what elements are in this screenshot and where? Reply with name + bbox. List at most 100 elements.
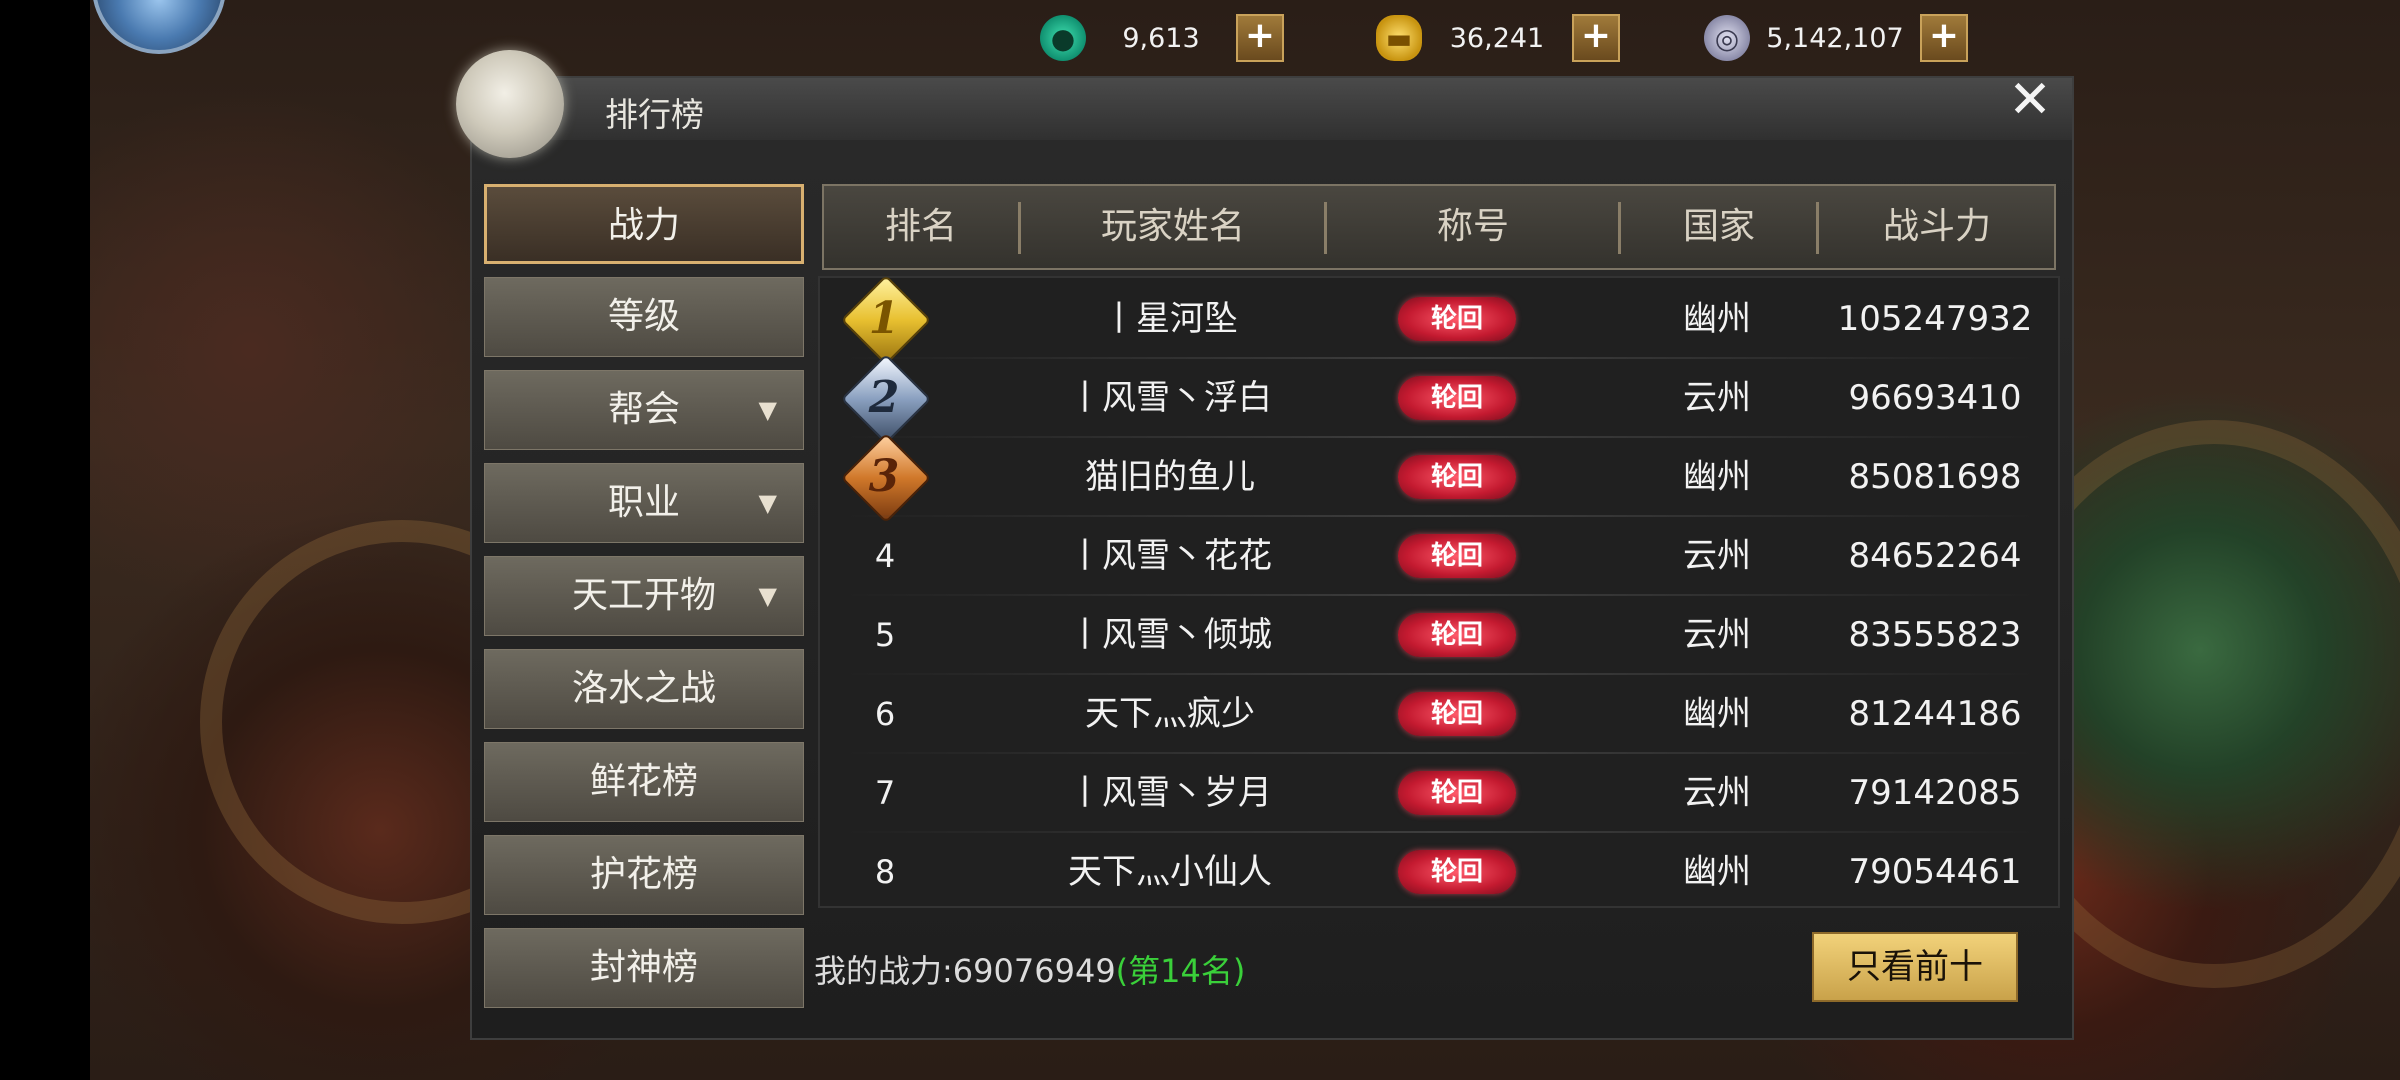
title-badge: 轮回 bbox=[1398, 850, 1516, 894]
country: 幽州 bbox=[1683, 299, 1751, 339]
my-power-value: 69076949 bbox=[952, 952, 1116, 990]
country: 幽州 bbox=[1683, 852, 1751, 892]
silver-coin-icon: ◎ bbox=[1704, 15, 1750, 61]
add-silver-button[interactable]: + bbox=[1920, 14, 1968, 62]
header-divider bbox=[1324, 202, 1327, 254]
title-badge: 轮回 bbox=[1398, 297, 1516, 341]
add-gold-button[interactable]: + bbox=[1572, 14, 1620, 62]
country: 云州 bbox=[1683, 378, 1751, 418]
header-title: 称号 bbox=[1436, 206, 1509, 247]
rank-number: 8 bbox=[874, 853, 896, 891]
country: 幽州 bbox=[1683, 457, 1751, 497]
rank-number: 4 bbox=[874, 537, 896, 575]
tab-label: 鲜花榜 bbox=[589, 761, 698, 802]
currency-silver: ◎ 5,142,107 + bbox=[1704, 8, 1968, 68]
country: 幽州 bbox=[1683, 694, 1751, 734]
header-divider bbox=[1618, 202, 1621, 254]
player-name: 天下灬小仙人 bbox=[1068, 852, 1272, 892]
table-row[interactable]: 5 丨风雪丶倾城 轮回 云州 83555823 bbox=[830, 596, 2050, 674]
combat-power: 85081698 bbox=[1848, 457, 2022, 497]
rank-number: 5 bbox=[874, 616, 896, 654]
panel-header bbox=[472, 78, 2072, 140]
tab-luoshui-battle[interactable]: 洛水之战 bbox=[484, 649, 804, 729]
dropdown-arrow-icon: ▼ bbox=[758, 489, 777, 517]
player-name: 猫旧的鱼儿 bbox=[1085, 457, 1255, 497]
close-button[interactable]: ✕ bbox=[2004, 74, 2056, 126]
jade-icon: ● bbox=[1040, 15, 1086, 61]
player-name: 丨风雪丶岁月 bbox=[1068, 773, 1272, 813]
country: 云州 bbox=[1683, 773, 1751, 813]
table-row[interactable]: 8 天下灬小仙人 轮回 幽州 79054461 bbox=[830, 833, 2050, 911]
rank-number: 1 bbox=[868, 293, 900, 344]
tab-protector-ranking[interactable]: 护花榜 bbox=[484, 835, 804, 915]
country: 云州 bbox=[1683, 536, 1751, 576]
rank-number: 2 bbox=[868, 372, 900, 423]
moon-emblem-icon bbox=[456, 50, 564, 158]
combat-power: 81244186 bbox=[1848, 694, 2022, 734]
dropdown-arrow-icon: ▼ bbox=[758, 582, 777, 610]
table-row[interactable]: 7 丨风雪丶岁月 轮回 云州 79142085 bbox=[830, 754, 2050, 832]
combat-power: 83555823 bbox=[1848, 615, 2022, 655]
tab-label: 天工开物 bbox=[571, 575, 716, 616]
tab-label: 职业 bbox=[607, 482, 680, 523]
title-badge: 轮回 bbox=[1398, 455, 1516, 499]
tab-profession[interactable]: 职业 ▼ bbox=[484, 463, 804, 543]
gold-value: 36,241 bbox=[1449, 22, 1545, 54]
screen-edge bbox=[0, 0, 90, 1080]
header-divider bbox=[1816, 202, 1819, 254]
rank-number: 7 bbox=[874, 774, 896, 812]
jade-value: 9,613 bbox=[1122, 22, 1200, 54]
dropdown-arrow-icon: ▼ bbox=[758, 396, 777, 424]
table-header: 排名 玩家姓名 称号 国家 战斗力 bbox=[822, 184, 2056, 270]
tab-label: 战力 bbox=[607, 205, 680, 246]
combat-power: 96693410 bbox=[1848, 378, 2022, 418]
combat-power: 84652264 bbox=[1848, 536, 2022, 576]
show-top-ten-button[interactable]: 只看前十 bbox=[1812, 932, 2018, 1002]
player-name: 丨风雪丶倾城 bbox=[1068, 615, 1272, 655]
title-badge: 轮回 bbox=[1398, 692, 1516, 736]
table-row[interactable]: 3 猫旧的鱼儿 轮回 幽州 85081698 bbox=[830, 432, 2050, 524]
my-rank: (第14名) bbox=[1115, 952, 1246, 990]
currency-jade: ● 9,613 + bbox=[1040, 8, 1284, 68]
my-combat-power: 我的战力:69076949(第14名) bbox=[814, 946, 1245, 992]
combat-power: 105247932 bbox=[1837, 299, 2033, 339]
my-power-label: 我的战力: bbox=[814, 952, 953, 990]
tab-combat-power[interactable]: 战力 bbox=[484, 184, 804, 264]
combat-power: 79142085 bbox=[1848, 773, 2022, 813]
title-badge: 轮回 bbox=[1398, 613, 1516, 657]
table-row[interactable]: 1 丨星河坠 轮回 幽州 105247932 bbox=[830, 274, 2050, 366]
table-row[interactable]: 4 丨风雪丶花花 轮回 云州 84652264 bbox=[830, 517, 2050, 595]
gold-ingot-icon: ▬ bbox=[1376, 15, 1422, 61]
player-name: 丨风雪丶浮白 bbox=[1068, 378, 1272, 418]
add-jade-button[interactable]: + bbox=[1236, 14, 1284, 62]
tab-label: 等级 bbox=[607, 296, 680, 337]
player-name: 丨星河坠 bbox=[1102, 299, 1238, 339]
title-badge: 轮回 bbox=[1398, 376, 1516, 420]
table-row[interactable]: 6 天下灬疯少 轮回 幽州 81244186 bbox=[830, 675, 2050, 753]
tab-label: 护花榜 bbox=[589, 854, 698, 895]
tab-fengshen-ranking[interactable]: 封神榜 bbox=[484, 928, 804, 1008]
tab-level[interactable]: 等级 bbox=[484, 277, 804, 357]
title-badge: 轮回 bbox=[1398, 534, 1516, 578]
tab-label: 封神榜 bbox=[589, 947, 698, 988]
country: 云州 bbox=[1683, 615, 1751, 655]
rank-number: 3 bbox=[868, 451, 900, 502]
panel-title: 排行榜 bbox=[605, 95, 704, 134]
combat-power: 79054461 bbox=[1848, 852, 2022, 892]
header-divider bbox=[1018, 202, 1021, 254]
header-country: 国家 bbox=[1682, 206, 1755, 247]
header-player-name: 玩家姓名 bbox=[1100, 206, 1245, 247]
player-name: 天下灬疯少 bbox=[1085, 694, 1255, 734]
currency-gold: ▬ 36,241 + bbox=[1376, 8, 1620, 68]
header-rank: 排名 bbox=[884, 206, 957, 247]
header-combat-power: 战斗力 bbox=[1882, 206, 1991, 247]
tab-guild[interactable]: 帮会 ▼ bbox=[484, 370, 804, 450]
title-badge: 轮回 bbox=[1398, 771, 1516, 815]
silver-value: 5,142,107 bbox=[1766, 22, 1904, 54]
rank-number: 6 bbox=[874, 695, 896, 733]
tab-tiangong[interactable]: 天工开物 ▼ bbox=[484, 556, 804, 636]
tab-flower-ranking[interactable]: 鲜花榜 bbox=[484, 742, 804, 822]
tab-label: 帮会 bbox=[607, 389, 680, 430]
player-name: 丨风雪丶花花 bbox=[1068, 536, 1272, 576]
table-row[interactable]: 2 丨风雪丶浮白 轮回 云州 96693410 bbox=[830, 353, 2050, 445]
